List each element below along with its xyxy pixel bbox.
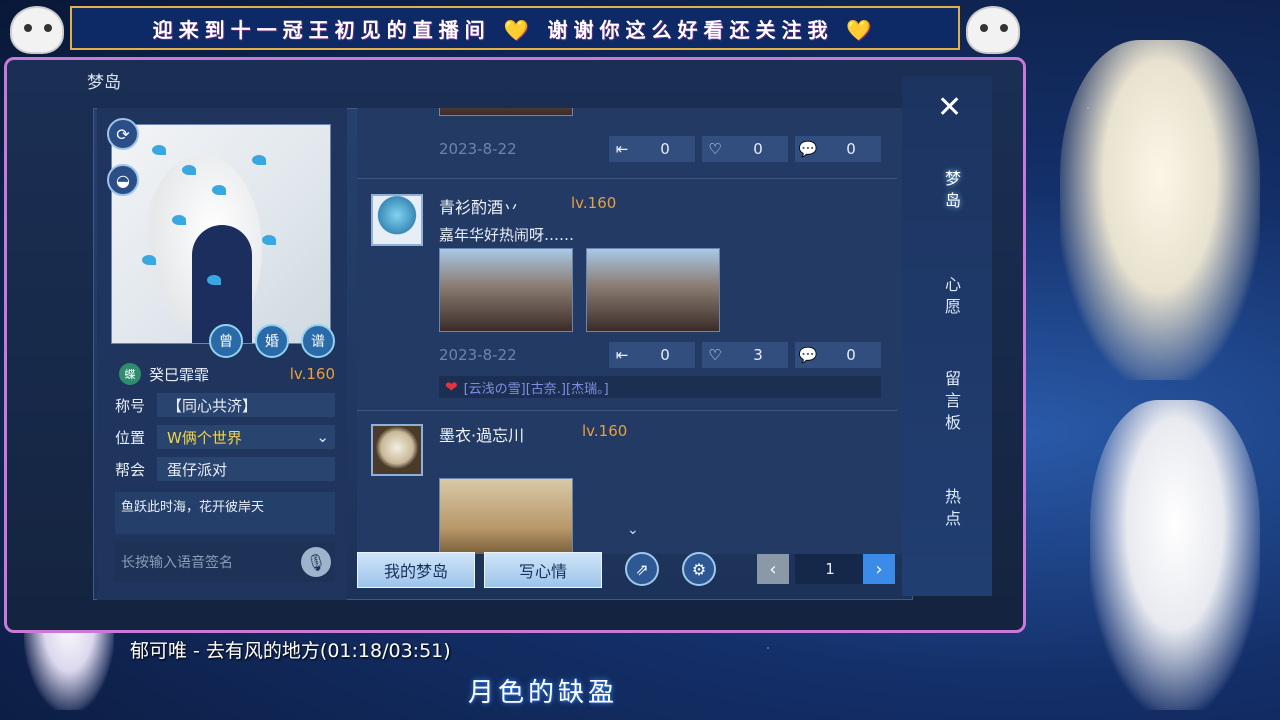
cat-avatar-left-icon <box>10 6 64 54</box>
microphone-icon[interactable]: 🎙 <box>301 547 331 577</box>
profile-panel: ⟳ ◒ 曾 婚 谱 蝶 癸巳霏霏 lv.160 称号 【同心共济】 位置 W俩个… <box>97 108 347 600</box>
badge-zeng[interactable]: 曾 <box>209 324 243 358</box>
guild-label: 帮会 <box>115 460 146 479</box>
post-divider <box>357 410 897 411</box>
post-author-name[interactable]: 青衫酌酒丷 <box>439 194 519 218</box>
title-label: 称号 <box>115 396 146 415</box>
butterfly-icon <box>142 255 156 265</box>
tab-wishes[interactable]: 心愿 <box>939 274 967 318</box>
close-icon[interactable]: ✕ <box>937 90 962 125</box>
like-count-value: 3 <box>753 346 763 364</box>
mask-icon[interactable]: ◒ <box>107 164 139 196</box>
like-count[interactable]: ♡ 3 <box>702 342 788 368</box>
page-number: 1 <box>795 554 865 584</box>
comment-icon: 💬 <box>798 346 818 364</box>
voice-placeholder: 长按输入语音签名 <box>121 555 233 571</box>
comment-count-value: 0 <box>846 140 856 158</box>
heart-filled-icon: ❤ <box>445 378 458 396</box>
profile-name: 癸巳霏霏 <box>149 365 210 384</box>
character-art-bottom <box>1090 400 1260 710</box>
heart-outline-icon: ♡ <box>708 140 722 158</box>
guild-field: 帮会 蛋仔派对 <box>115 456 335 482</box>
liked-by-names[interactable]: [云浅の雪][古奈.][杰瑞。] <box>464 378 609 397</box>
post-author-avatar[interactable] <box>371 424 423 476</box>
liked-by-list[interactable]: ❤ [云浅の雪][古奈.][杰瑞。] <box>439 376 881 398</box>
character-art-top <box>1060 40 1260 380</box>
title-value: 【同心共济】 <box>157 393 335 417</box>
post-author-level: lv.160 <box>582 422 628 440</box>
post-date: 2023-8-22 <box>439 346 517 364</box>
badge-hun[interactable]: 婚 <box>255 324 289 358</box>
tab-hot-topics[interactable]: 热点 <box>939 486 967 530</box>
heart-outline-icon: ♡ <box>708 346 722 364</box>
post-divider <box>357 178 897 179</box>
voice-signature-input[interactable]: 长按输入语音签名 🎙 <box>115 542 335 582</box>
post-author-avatar[interactable] <box>371 194 423 246</box>
post-date: 2023-8-22 <box>439 140 517 158</box>
comment-icon: 💬 <box>798 140 818 158</box>
repost-count[interactable]: ⇤ 0 <box>609 136 695 162</box>
post-image[interactable] <box>586 248 720 332</box>
prev-page-button[interactable]: ‹ <box>757 554 789 584</box>
refresh-icon[interactable]: ⟳ <box>107 118 139 150</box>
butterfly-icon <box>252 155 266 165</box>
stream-banner: 迎来到十一冠王初见的直播间 💛 谢谢你这么好看还关注我 💛 <box>70 6 960 50</box>
moments-feed[interactable]: 2023-8-22 ⇤ 0 ♡ 0 💬 0 青衫酌酒丷 lv.160 嘉年华好热闹呀…… <box>357 108 913 554</box>
sect-butterfly-icon: 蝶 <box>119 363 141 385</box>
scroll-down-icon[interactable]: ⌄ <box>627 522 639 538</box>
profile-level: lv.160 <box>289 365 335 383</box>
profile-motto[interactable]: 鱼跃此时海，花开彼岸天 <box>115 492 335 534</box>
banner-text: 迎来到十一冠王初见的直播间 💛 谢谢你这么好看还关注我 💛 <box>152 17 878 42</box>
location-select[interactable]: W俩个世界 ⌄ <box>157 425 335 449</box>
share-icon[interactable]: ⇗ <box>625 552 659 586</box>
current-lyric: 月色的缺盈 <box>468 678 619 708</box>
repost-count-value: 0 <box>660 346 670 364</box>
chevron-down-icon[interactable]: ⌄ <box>316 428 329 446</box>
like-count[interactable]: ♡ 0 <box>702 136 788 162</box>
location-field[interactable]: 位置 W俩个世界 ⌄ <box>115 424 335 450</box>
post-text: 嘉年华好热闹呀…… <box>439 226 575 244</box>
profile-name-row: 蝶 癸巳霏霏 lv.160 <box>119 362 335 386</box>
title-field: 称号 【同心共济】 <box>115 392 335 418</box>
butterfly-icon <box>262 235 276 245</box>
comment-count[interactable]: 💬 0 <box>795 136 881 162</box>
window-title: 梦岛 <box>87 73 121 93</box>
like-count-value: 0 <box>753 140 763 158</box>
profile-avatar[interactable] <box>111 124 331 344</box>
post-author-name[interactable]: 墨衣·過忘川 <box>439 422 524 446</box>
post-image[interactable] <box>439 248 573 332</box>
my-island-button[interactable]: 我的梦岛 <box>357 552 475 588</box>
guild-value: 蛋仔派对 <box>157 457 335 481</box>
post-author-level: lv.160 <box>571 194 617 212</box>
repost-icon: ⇤ <box>615 140 629 158</box>
post-image[interactable] <box>439 478 573 554</box>
butterfly-icon <box>212 185 226 195</box>
post-image-partial[interactable] <box>439 108 573 116</box>
badge-pu[interactable]: 谱 <box>301 324 335 358</box>
now-playing-song: 郁可唯 - 去有风的地方(01:18/03:51) <box>130 640 451 662</box>
tab-dream-island[interactable]: 梦岛 <box>939 168 967 212</box>
butterfly-icon <box>182 165 196 175</box>
location-value: W俩个世界 <box>167 428 242 447</box>
cat-avatar-right-icon <box>966 6 1020 54</box>
next-page-button[interactable]: › <box>863 554 895 584</box>
comment-count[interactable]: 💬 0 <box>795 342 881 368</box>
dream-island-window: 梦岛 ⟳ ◒ 曾 婚 谱 蝶 癸巳霏霏 lv.160 称号 【同心共济】 位置 … <box>4 57 1026 633</box>
butterfly-icon <box>152 145 166 155</box>
gear-icon[interactable]: ⚙ <box>682 552 716 586</box>
butterfly-icon <box>207 275 221 285</box>
repost-count[interactable]: ⇤ 0 <box>609 342 695 368</box>
butterfly-icon <box>172 215 186 225</box>
repost-count-value: 0 <box>660 140 670 158</box>
location-label: 位置 <box>115 428 146 447</box>
comment-count-value: 0 <box>846 346 856 364</box>
write-mood-button[interactable]: 写心情 <box>484 552 602 588</box>
repost-icon: ⇤ <box>615 346 629 364</box>
tab-message-board[interactable]: 留言板 <box>939 368 967 434</box>
